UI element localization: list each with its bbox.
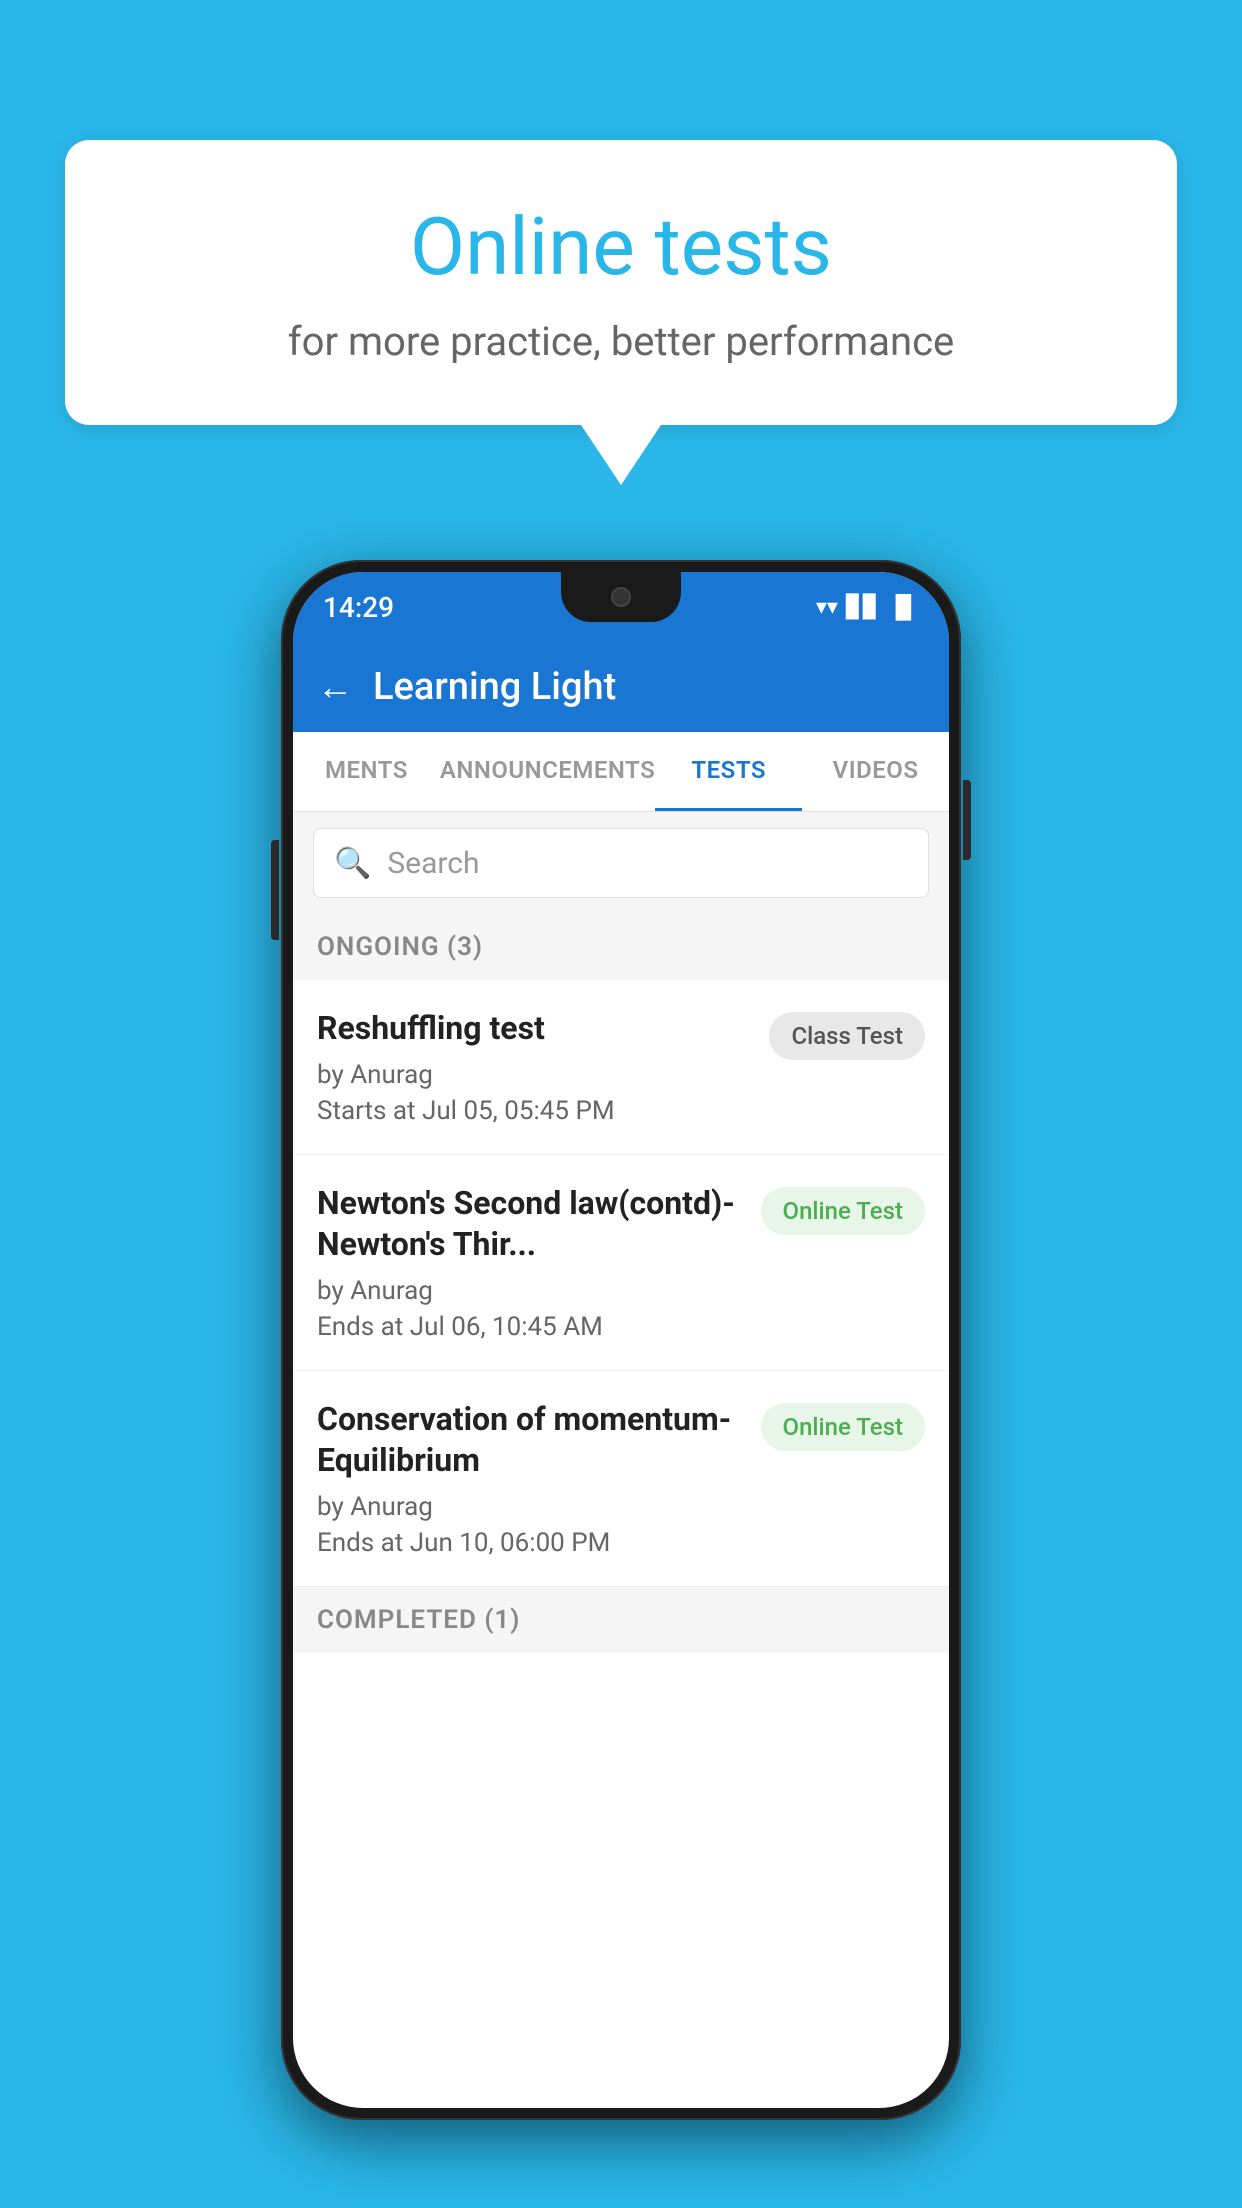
status-bar: 14:29 ▾▾ ▊▊ ▐▌	[293, 572, 949, 642]
wifi-icon: ▾▾	[816, 595, 838, 620]
test-item-reshuffling-author: by Anurag	[317, 1060, 749, 1090]
tab-bar: MENTS ANNOUNCEMENTS TESTS VIDEOS	[293, 732, 949, 812]
speech-bubble-tail	[581, 425, 661, 485]
tab-videos[interactable]: VIDEOS	[802, 732, 949, 811]
tab-tests[interactable]: TESTS	[655, 732, 802, 811]
status-icons: ▾▾ ▊▊ ▐▌	[816, 594, 919, 620]
test-item-newton-date: Ends at Jul 06, 10:45 AM	[317, 1312, 741, 1342]
search-placeholder: Search	[387, 846, 479, 881]
phone-side-button-left	[271, 840, 279, 940]
ongoing-section-header: ONGOING (3)	[293, 914, 949, 980]
test-item-reshuffling-title: Reshuffling test	[317, 1008, 749, 1050]
test-item-newton-badge: Online Test	[761, 1187, 925, 1235]
test-item-reshuffling-badge: Class Test	[769, 1012, 925, 1060]
signal-icon: ▊▊	[846, 595, 880, 620]
phone-screen: 14:29 ▾▾ ▊▊ ▐▌ ← Learning Light MENTS	[293, 572, 949, 2108]
camera	[611, 587, 631, 607]
completed-label: COMPLETED (1)	[317, 1605, 520, 1635]
tab-announcements[interactable]: ANNOUNCEMENTS	[440, 732, 655, 811]
battery-icon: ▐▌	[888, 594, 919, 620]
status-time: 14:29	[323, 591, 394, 624]
speech-bubble-container: Online tests for more practice, better p…	[65, 140, 1177, 485]
phone-side-button-right	[963, 780, 971, 860]
test-item-conservation[interactable]: Conservation of momentum-Equilibrium by …	[293, 1371, 949, 1587]
test-item-reshuffling[interactable]: Reshuffling test by Anurag Starts at Jul…	[293, 980, 949, 1155]
test-item-conservation-date: Ends at Jun 10, 06:00 PM	[317, 1528, 741, 1558]
test-item-reshuffling-date: Starts at Jul 05, 05:45 PM	[317, 1096, 749, 1126]
test-item-conservation-badge: Online Test	[761, 1403, 925, 1451]
test-item-newton[interactable]: Newton's Second law(contd)-Newton's Thir…	[293, 1155, 949, 1371]
speech-bubble-title: Online tests	[145, 200, 1097, 294]
ongoing-label: ONGOING (3)	[317, 932, 483, 962]
test-item-newton-content: Newton's Second law(contd)-Newton's Thir…	[317, 1183, 741, 1342]
test-item-reshuffling-content: Reshuffling test by Anurag Starts at Jul…	[317, 1008, 749, 1126]
speech-bubble: Online tests for more practice, better p…	[65, 140, 1177, 425]
speech-bubble-subtitle: for more practice, better performance	[145, 318, 1097, 365]
back-button[interactable]: ←	[317, 666, 353, 708]
notch	[561, 572, 681, 622]
phone-container: 14:29 ▾▾ ▊▊ ▐▌ ← Learning Light MENTS	[281, 560, 961, 2120]
search-icon: 🔍	[334, 846, 371, 881]
app-bar: ← Learning Light	[293, 642, 949, 732]
app-bar-title: Learning Light	[373, 665, 616, 709]
test-item-conservation-title: Conservation of momentum-Equilibrium	[317, 1399, 741, 1482]
search-bar-container: 🔍 Search	[293, 812, 949, 914]
test-item-conservation-content: Conservation of momentum-Equilibrium by …	[317, 1399, 741, 1558]
test-item-conservation-author: by Anurag	[317, 1492, 741, 1522]
test-item-newton-title: Newton's Second law(contd)-Newton's Thir…	[317, 1183, 741, 1266]
search-bar[interactable]: 🔍 Search	[313, 828, 929, 898]
completed-section-header: COMPLETED (1)	[293, 1587, 949, 1653]
tab-ments[interactable]: MENTS	[293, 732, 440, 811]
phone-outer: 14:29 ▾▾ ▊▊ ▐▌ ← Learning Light MENTS	[281, 560, 961, 2120]
test-list: Reshuffling test by Anurag Starts at Jul…	[293, 980, 949, 1587]
test-item-newton-author: by Anurag	[317, 1276, 741, 1306]
